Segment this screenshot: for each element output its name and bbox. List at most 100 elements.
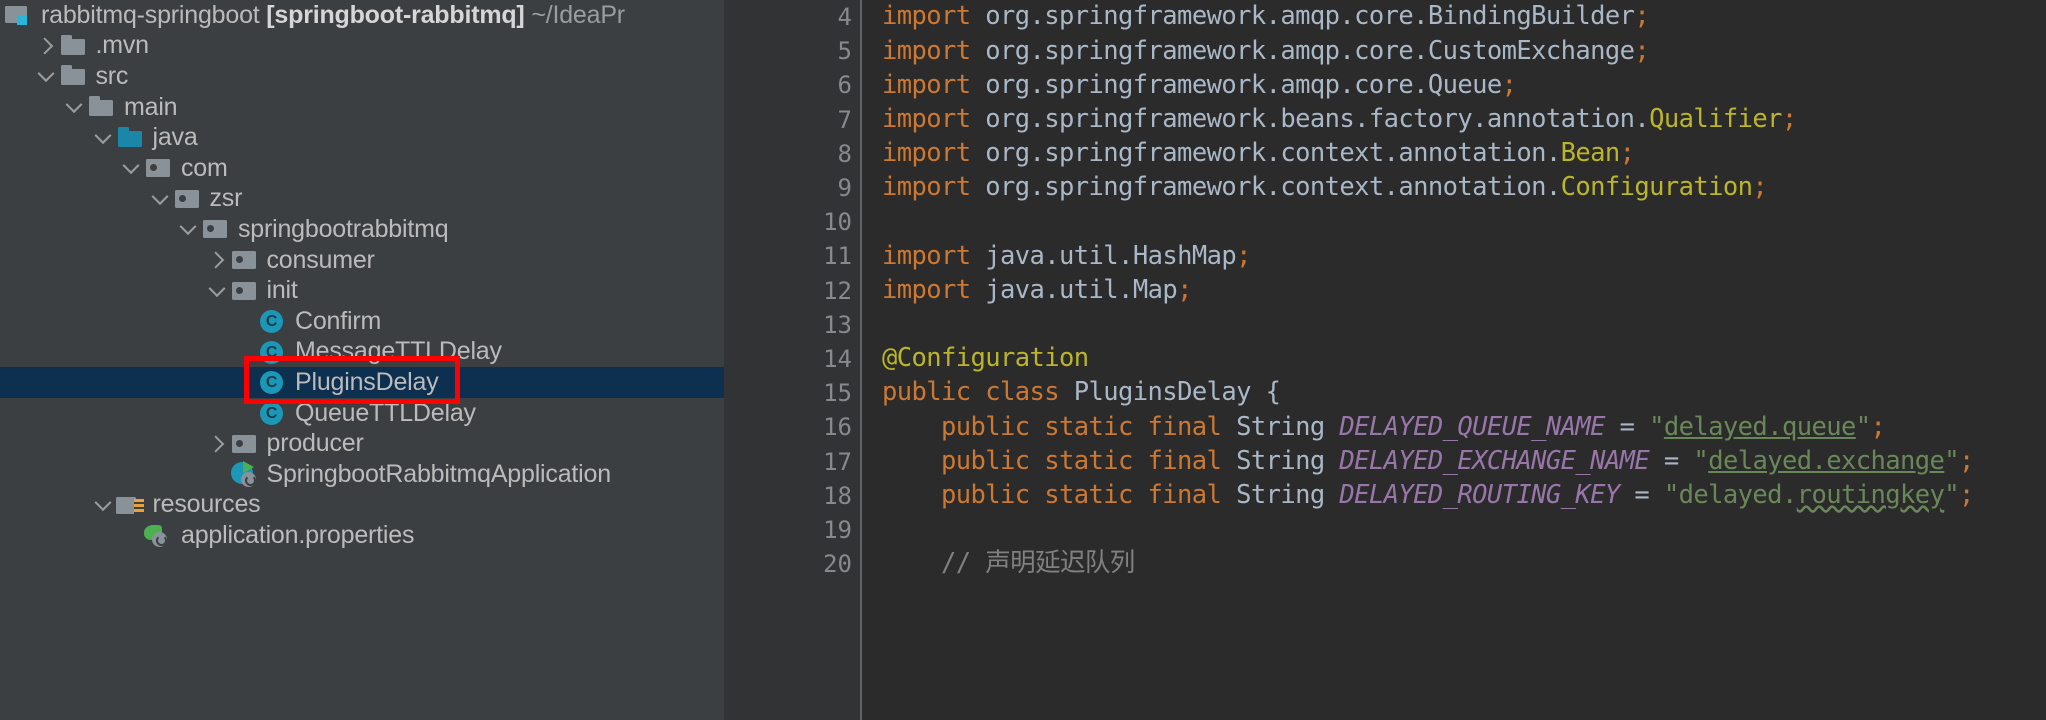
tree-row-producer[interactable]: producer bbox=[0, 428, 724, 459]
code-token: import bbox=[882, 172, 986, 203]
code-content-area[interactable]: import org.springframework.amqp.core. Bin… bbox=[860, 0, 2046, 720]
gutter-row[interactable]: 17 bbox=[724, 444, 860, 478]
tree-row-queuettldelay[interactable]: QueueTTLDelay bbox=[0, 398, 724, 429]
code-line[interactable]: public static final String DELAYED_ROUTI… bbox=[870, 479, 2046, 513]
chevron-down-icon[interactable] bbox=[90, 125, 116, 151]
folder-icon bbox=[59, 33, 89, 59]
gutter-row[interactable]: 7 bbox=[724, 103, 860, 137]
project-tree[interactable]: rabbitmq-springboot [springboot-rabbitmq… bbox=[0, 0, 724, 551]
code-token: String bbox=[1236, 445, 1340, 476]
tree-row-src[interactable]: src bbox=[0, 61, 724, 92]
code-line[interactable]: public static final String DELAYED_QUEUE… bbox=[870, 410, 2046, 444]
tree-row-com[interactable]: com bbox=[0, 153, 724, 184]
chevron-down-icon[interactable] bbox=[33, 63, 59, 89]
gutter-row[interactable]: 18 bbox=[724, 479, 860, 513]
tree-row-zsr[interactable]: zsr bbox=[0, 184, 724, 215]
code-token: import bbox=[882, 1, 986, 32]
package-folder-icon bbox=[173, 186, 203, 212]
code-line[interactable]: import org.springframework.amqp.core. Que… bbox=[870, 68, 2046, 102]
code-token: import bbox=[882, 274, 986, 305]
code-token: = bbox=[1619, 479, 1664, 510]
gutter-row[interactable]: 12 bbox=[724, 274, 894, 308]
tree-row-consumer[interactable]: consumer bbox=[0, 245, 724, 276]
chevron-down-icon[interactable] bbox=[175, 216, 201, 242]
code-token: DELAYED_EXCHANGE_NAME bbox=[1339, 445, 1650, 476]
gutter-row[interactable]: 13 bbox=[724, 308, 860, 342]
tree-row-main[interactable]: main bbox=[0, 92, 724, 123]
run-badge-icon bbox=[152, 532, 167, 548]
code-line[interactable] bbox=[870, 308, 2046, 342]
code-line[interactable]: @Configuration bbox=[870, 342, 2046, 376]
chevron-down-icon[interactable] bbox=[118, 155, 144, 181]
tree-row-messagettldelay[interactable]: MessageTTLDelay bbox=[0, 337, 724, 368]
chevron-down-icon[interactable] bbox=[204, 278, 230, 304]
code-token: " bbox=[1649, 411, 1664, 442]
project-tree-panel[interactable]: rabbitmq-springboot [springboot-rabbitmq… bbox=[0, 0, 724, 720]
chevron-right-icon[interactable] bbox=[204, 431, 230, 457]
chevron-right-icon[interactable] bbox=[33, 33, 59, 59]
code-token: BindingBuilder bbox=[1427, 1, 1635, 32]
code-editor[interactable]: 4 5 6 7 8 9 10 11 12 13 14 15 16 17 18 19 20 import org.… bbox=[724, 0, 2046, 720]
code-line[interactable] bbox=[870, 513, 2046, 547]
gutter-row[interactable]: 20 bbox=[724, 547, 860, 581]
gutter-row[interactable]: 11 bbox=[724, 239, 860, 273]
code-token: org.springframework.amqp.core. bbox=[985, 35, 1428, 66]
code-line[interactable]: public static final String DELAYED_EXCHA… bbox=[870, 444, 2046, 478]
tree-item-label: .mvn bbox=[95, 31, 150, 60]
tree-row-java[interactable]: java bbox=[0, 122, 724, 153]
tree-item-label: src bbox=[95, 61, 129, 90]
code-lines[interactable]: import org.springframework.amqp.core. Bin… bbox=[870, 0, 2046, 581]
code-token: " bbox=[1855, 411, 1871, 442]
code-line[interactable]: import org.springframework.amqp.core. Bin… bbox=[870, 0, 2046, 34]
tree-row-project-root[interactable]: rabbitmq-springboot [springboot-rabbitmq… bbox=[0, 0, 724, 31]
gutter-row[interactable]: 14 bbox=[724, 342, 860, 376]
code-line[interactable]: import java.util. Map; bbox=[870, 274, 2046, 308]
resources-folder-icon bbox=[115, 492, 146, 518]
chevron-down-icon[interactable] bbox=[90, 492, 116, 518]
code-token: { bbox=[1250, 377, 1281, 408]
gutter-row[interactable]: 15 bbox=[724, 376, 908, 410]
gutter-row[interactable]: 6 bbox=[724, 68, 860, 102]
code-token: ; bbox=[1619, 138, 1635, 169]
code-line[interactable]: import org.springframework.context.annot… bbox=[870, 171, 2046, 205]
editor-gutter[interactable]: 4 5 6 7 8 9 10 11 12 13 14 15 16 17 18 19 20 bbox=[724, 0, 908, 720]
code-token: Qualifier bbox=[1649, 103, 1782, 134]
tree-row--mvn[interactable]: .mvn bbox=[0, 31, 724, 62]
gutter-row[interactable]: 9 bbox=[724, 171, 860, 205]
code-token: CustomExchange bbox=[1427, 35, 1635, 66]
package-folder-icon bbox=[230, 278, 260, 304]
code-token: Map bbox=[1132, 274, 1178, 305]
chevron-right-icon[interactable] bbox=[204, 247, 230, 273]
tree-row-resources[interactable]: resources bbox=[0, 490, 724, 521]
tree-row-springbootrabbitmq[interactable]: springbootrabbitmq bbox=[0, 214, 724, 245]
tree-row-init[interactable]: init bbox=[0, 275, 724, 306]
gutter-row[interactable]: 16 bbox=[724, 410, 860, 444]
gutter-row[interactable]: 4 bbox=[724, 0, 860, 34]
code-token: " bbox=[1944, 479, 1959, 510]
tree-row-pluginsdelay[interactable]: PluginsDelay bbox=[0, 367, 724, 398]
gutter-row[interactable]: 5 bbox=[724, 34, 860, 68]
java-class-icon bbox=[258, 308, 288, 334]
code-line[interactable]: import org.springframework.context.annot… bbox=[870, 137, 2046, 171]
chevron-down-icon[interactable] bbox=[61, 94, 87, 120]
gutter-row[interactable]: 8 bbox=[724, 137, 860, 171]
code-token: DELAYED_QUEUE_NAME bbox=[1339, 411, 1605, 442]
line-number: 9 bbox=[837, 174, 852, 203]
code-line[interactable]: import org.springframework.beans.factory… bbox=[870, 103, 2046, 137]
tree-row-confirm[interactable]: Confirm bbox=[0, 306, 724, 337]
code-line[interactable]: import java.util. HashMap; bbox=[870, 239, 2046, 273]
chevron-down-icon[interactable] bbox=[147, 186, 173, 212]
run-badge-icon bbox=[240, 472, 256, 488]
code-line[interactable]: public class PluginsDelay { bbox=[870, 376, 2046, 410]
gutter-row[interactable]: 10 bbox=[724, 205, 860, 239]
tree-row-springbootrabbitmqapplication[interactable]: SpringbootRabbitmqApplication bbox=[0, 459, 724, 490]
tree-row-application-properties[interactable]: application.properties bbox=[0, 520, 724, 551]
gutter-row[interactable]: 19 bbox=[724, 513, 860, 547]
code-token: import bbox=[882, 35, 986, 66]
code-line[interactable]: // 声明延迟队列 bbox=[870, 547, 2046, 581]
code-line[interactable] bbox=[870, 205, 2046, 239]
line-number: 20 bbox=[823, 550, 852, 579]
code-line[interactable]: import org.springframework.amqp.core. Cus… bbox=[870, 34, 2046, 68]
